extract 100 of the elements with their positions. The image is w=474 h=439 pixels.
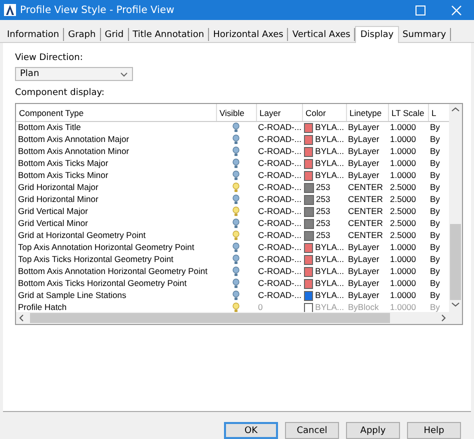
table-cell: BYLA... bbox=[315, 146, 344, 157]
table-cell-text: Bottom Axis Annotation Horizontal Geometry Point bbox=[17, 266, 208, 278]
table-cell-text: ByLayer bbox=[347, 170, 380, 182]
table-cell-text: By bbox=[429, 218, 441, 230]
table-cell-text: ByLayer bbox=[347, 254, 380, 266]
table-cell-text: 2.5000 bbox=[389, 182, 417, 194]
tab[interactable]: Display bbox=[355, 26, 399, 43]
table-cell-text: 2.5000 bbox=[389, 218, 417, 230]
window-title: Profile View Style - Profile View bbox=[20, 4, 176, 16]
column-header[interactable]: Color bbox=[302, 104, 346, 122]
table-cell-text: C-ROAD-... bbox=[257, 158, 302, 170]
table-cell-text: Grid Horizontal Minor bbox=[17, 194, 100, 206]
light-bulb-icon[interactable] bbox=[232, 122, 240, 134]
table-cell-text: ByLayer bbox=[347, 158, 380, 170]
table-cell-text: 0 bbox=[257, 302, 264, 312]
light-bulb-icon[interactable] bbox=[232, 302, 240, 312]
table-cell-text: By bbox=[429, 170, 441, 182]
table-cell-text: 1.0000 bbox=[389, 254, 417, 266]
view-direction-dropdown[interactable]: Plan bbox=[15, 67, 133, 81]
table-cell: 253 bbox=[316, 218, 330, 229]
app-logo-icon bbox=[4, 4, 16, 16]
table-cell-text: By bbox=[429, 302, 441, 312]
column-header[interactable]: Visible bbox=[216, 104, 256, 122]
tab[interactable]: Summary bbox=[398, 28, 452, 41]
table-cell-text: 1.0000 bbox=[389, 278, 417, 290]
table-cell-text: CENTER bbox=[347, 182, 384, 194]
tab[interactable]: Information bbox=[3, 28, 64, 41]
table-cell-text: 1.0000 bbox=[389, 170, 417, 182]
table-cell-text: Grid at Horizontal Geometry Point bbox=[17, 230, 147, 242]
light-bulb-icon[interactable] bbox=[232, 290, 240, 301]
tab[interactable]: Graph bbox=[64, 28, 101, 41]
field-label: View Direction: bbox=[15, 53, 84, 65]
column-header[interactable]: Component Type bbox=[16, 104, 216, 122]
table-cell-text: Top Axis Ticks Horizontal Geometry Point bbox=[17, 254, 174, 266]
table-cell-text: ByLayer bbox=[347, 278, 380, 290]
table-cell: BYLA... bbox=[315, 158, 344, 169]
table-cell-text: 1.0000 bbox=[389, 158, 417, 170]
table-cell: 253 bbox=[316, 230, 330, 241]
table-cell-text: C-ROAD-... bbox=[257, 146, 302, 158]
table-cell-text: CENTER bbox=[347, 194, 384, 206]
table-cell-text: C-ROAD-... bbox=[257, 182, 302, 194]
table-cell-text: CENTER bbox=[347, 230, 384, 242]
tab[interactable]: Grid bbox=[100, 28, 129, 41]
light-bulb-icon[interactable] bbox=[232, 230, 240, 241]
light-bulb-icon[interactable] bbox=[232, 278, 240, 289]
dialog-button[interactable]: Cancel bbox=[285, 422, 339, 439]
light-bulb-icon[interactable] bbox=[232, 218, 240, 229]
dialog-button[interactable]: Help bbox=[407, 422, 461, 439]
tab[interactable]: Title Annotation bbox=[128, 28, 210, 41]
maximize-button[interactable] bbox=[414, 4, 426, 16]
table-cell: Bottom Axis Title bbox=[16, 122, 216, 134]
table-cell: BYLA... bbox=[315, 278, 344, 289]
table-cell-text: Profile Hatch bbox=[17, 302, 68, 312]
table-cell-text: C-ROAD-... bbox=[257, 134, 302, 146]
light-bulb-icon[interactable] bbox=[232, 134, 240, 145]
table-cell: 253 bbox=[316, 206, 330, 217]
light-bulb-icon[interactable] bbox=[232, 266, 240, 277]
table-cell-text: CENTER bbox=[347, 206, 384, 218]
table-cell-text: Grid at Sample Line Stations bbox=[17, 290, 128, 302]
table-cell-text: By bbox=[429, 242, 441, 254]
table-cell-text: Bottom Axis Annotation Minor bbox=[17, 146, 130, 158]
section-label: Component display: bbox=[15, 88, 106, 100]
table-cell-text: Bottom Axis Ticks Major bbox=[17, 158, 110, 170]
table-cell-text: 1.0000 bbox=[389, 302, 417, 312]
table-cell-text: ByBlock bbox=[347, 302, 380, 312]
table-cell-text: 2.5000 bbox=[389, 230, 417, 242]
column-header[interactable]: Layer bbox=[256, 104, 302, 122]
table-cell: By bbox=[428, 122, 449, 134]
chevron-down-icon bbox=[120, 72, 128, 76]
table-cell-text: ByLayer bbox=[347, 134, 380, 146]
light-bulb-icon[interactable] bbox=[232, 158, 240, 169]
close-button[interactable] bbox=[450, 4, 462, 16]
table-cell-text: 1.0000 bbox=[389, 266, 417, 278]
table-cell-text: 2.5000 bbox=[389, 194, 417, 206]
light-bulb-icon[interactable] bbox=[232, 194, 240, 205]
dialog-button[interactable]: OK bbox=[224, 422, 278, 439]
table-cell-text: C-ROAD-... bbox=[257, 170, 302, 182]
light-bulb-icon[interactable] bbox=[232, 182, 240, 193]
table-cell-text: By bbox=[429, 230, 441, 242]
light-bulb-icon[interactable] bbox=[232, 254, 240, 265]
light-bulb-icon[interactable] bbox=[232, 206, 240, 217]
dialog-button[interactable]: Apply bbox=[346, 422, 400, 439]
table-cell-text: By bbox=[429, 290, 441, 302]
table-cell: 253 bbox=[316, 194, 330, 205]
table-cell: BYLA... bbox=[315, 134, 344, 145]
light-bulb-icon[interactable] bbox=[232, 170, 240, 181]
light-bulb-icon[interactable] bbox=[232, 242, 240, 253]
table-cell-text: By bbox=[429, 146, 441, 158]
table-cell-text: ByLayer bbox=[347, 242, 380, 254]
table-cell: ByLayer bbox=[346, 122, 388, 134]
tab[interactable]: Horizontal Axes bbox=[209, 28, 288, 41]
table-cell-text: C-ROAD-... bbox=[257, 254, 302, 266]
table-cell-text: Bottom Axis Annotation Major bbox=[17, 134, 130, 146]
column-header[interactable]: Linetype bbox=[346, 104, 388, 122]
table-cell-text: By bbox=[429, 266, 441, 278]
table-cell: 253 bbox=[316, 182, 330, 193]
table-cell: BYLA... bbox=[315, 254, 344, 265]
column-header[interactable]: LT Scale bbox=[388, 104, 428, 122]
light-bulb-icon[interactable] bbox=[232, 146, 240, 157]
table-cell-text: 1.0000 bbox=[389, 134, 417, 146]
